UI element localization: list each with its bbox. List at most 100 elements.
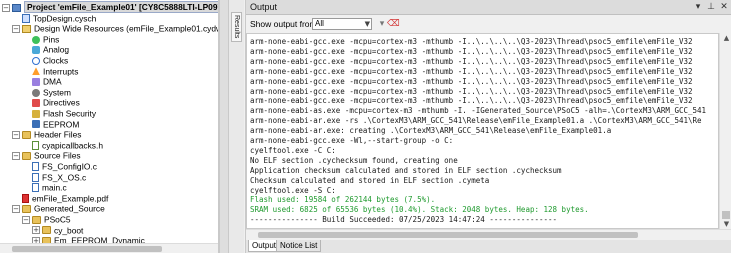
tree-item[interactable]: + cy_boot	[32, 225, 83, 236]
tree-item[interactable]: Analog	[22, 44, 69, 55]
scroll-up-icon[interactable]: ▲	[720, 33, 731, 43]
tree-item[interactable]: Flash Security	[22, 108, 96, 119]
folder-icon	[42, 226, 51, 235]
tree-scroll-thumb[interactable]	[12, 246, 162, 252]
tree-item[interactable]: emFile_Example.pdf	[12, 193, 108, 204]
tree-item[interactable]: − Generated_Source	[12, 203, 105, 214]
tree-item-label: Pins	[43, 34, 60, 45]
workspace-explorer-tree: − Project 'emFile_Example01' [CY8C5888LTI…	[0, 0, 219, 253]
tree-item[interactable]: Pins	[22, 34, 59, 45]
folder-icon	[22, 130, 31, 139]
output-line: arm-none-eabi-ar.exe -rs .\CortexM3\ARM_…	[250, 116, 702, 126]
output-text-area[interactable]: arm-none-eabi-gcc.exe -mcpu=cortex-m3 -m…	[246, 33, 719, 229]
interrupts-icon	[32, 67, 40, 76]
cysch-icon	[22, 13, 30, 23]
expand-icon[interactable]: +	[32, 226, 40, 235]
tree-item[interactable]: main.c	[22, 182, 67, 193]
window-position-icon[interactable]: ▾	[692, 1, 704, 13]
collapse-icon[interactable]: −	[12, 205, 20, 214]
tree-item[interactable]: cyapicallbacks.h	[22, 140, 103, 151]
scroll-down-icon[interactable]: ▼	[720, 219, 731, 229]
tree-item-label: Project 'emFile_Example01' [CY8C5888LTI-…	[24, 1, 218, 14]
output-source-select[interactable]: All ▼	[312, 18, 372, 30]
tree-item-label: Source Files	[34, 150, 81, 161]
file-icon	[32, 141, 39, 151]
panel-splitter[interactable]	[219, 0, 229, 253]
tree-item[interactable]: TopDesign.cysch	[12, 13, 96, 24]
output-vertical-scrollbar[interactable]: ▲ ▼	[719, 33, 731, 229]
tree-horizontal-scrollbar[interactable]	[0, 243, 218, 253]
output-line: Flash used: 19584 of 262144 bytes (7.5%)…	[250, 195, 436, 205]
output-vscroll-thumb[interactable]	[722, 211, 730, 219]
tree-item[interactable]: − PSoC5	[22, 214, 71, 225]
chevron-down-icon: ▼	[364, 20, 370, 28]
file-icon	[32, 162, 39, 172]
pins-icon	[32, 35, 40, 44]
clear-all-icon[interactable]: ⌫	[387, 18, 400, 30]
tree-item-label: Interrupts	[43, 65, 79, 76]
close-icon[interactable]: ✕	[718, 1, 730, 13]
output-line: arm-none-eabi-gcc.exe -Wl,--start-group …	[250, 136, 454, 145]
output-line: SRAM used: 6825 of 65536 bytes (10.4%). …	[250, 205, 589, 215]
directives-icon	[32, 99, 40, 108]
tree-item[interactable]: Directives	[22, 97, 80, 108]
tree-item[interactable]: DMA	[22, 76, 62, 87]
tree-item[interactable]: FS_X_OS.c	[22, 172, 86, 183]
tree-item[interactable]: System	[22, 87, 71, 98]
collapse-icon[interactable]: −	[12, 152, 20, 161]
tree-item[interactable]: Clocks	[22, 55, 68, 66]
tree-item-label: System	[43, 87, 71, 98]
file-icon	[32, 183, 39, 193]
file-icon	[32, 172, 39, 182]
tree-item-label: cyapicallbacks.h	[42, 140, 103, 151]
side-tab-results[interactable]: Results	[231, 12, 242, 42]
collapse-icon[interactable]: −	[12, 130, 20, 139]
dma-icon	[32, 77, 40, 86]
output-title: Output	[250, 2, 278, 12]
collapse-icon[interactable]: −	[12, 24, 20, 33]
output-titlebar: Output ▾ ⊥ ✕	[246, 0, 731, 15]
tree-item-label: TopDesign.cysch	[33, 12, 97, 23]
output-line: cyelftool.exe -S C:	[250, 185, 336, 195]
collapse-icon[interactable]: −	[22, 215, 30, 224]
res-icon	[22, 24, 31, 33]
tree-item-label: Directives	[43, 97, 80, 108]
tree-item[interactable]: Interrupts	[22, 66, 78, 77]
folder-icon	[22, 152, 31, 161]
folder-icon	[32, 215, 41, 224]
tree-item[interactable]: − Source Files	[12, 150, 81, 161]
output-toolbar: Show output from: All ▼ ▾ ⌫	[246, 16, 731, 32]
tree-item-label: main.c	[42, 182, 67, 193]
tree-item-label: Design Wide Resources (emFile_Example01.…	[34, 23, 219, 34]
clocks-icon	[32, 56, 40, 65]
output-line: arm-none-eabi-gcc.exe -mcpu=cortex-m3 -m…	[250, 46, 693, 56]
output-line: arm-none-eabi-gcc.exe -mcpu=cortex-m3 -m…	[250, 86, 693, 96]
output-line: arm-none-eabi-gcc.exe -mcpu=cortex-m3 -m…	[250, 56, 693, 66]
flash-icon	[32, 109, 40, 118]
system-icon	[32, 88, 40, 97]
analog-icon	[32, 46, 40, 55]
tree-item[interactable]: FS_ConfigIO.c	[22, 161, 97, 172]
tree-item-label: EEPROM	[43, 118, 80, 129]
show-output-from-label: Show output from:	[250, 19, 319, 29]
output-horizontal-scrollbar[interactable]	[246, 229, 731, 239]
output-line: arm-none-eabi-ar.exe: creating .\CortexM…	[250, 126, 612, 136]
output-line: Application checksum calculated and stor…	[250, 165, 562, 175]
tree-item[interactable]: − Header Files	[12, 129, 81, 140]
tree-item-label: Header Files	[34, 129, 82, 140]
tree-item[interactable]: EEPROM	[22, 119, 79, 130]
output-line: Checksum calculated and stored in ELF se…	[250, 175, 490, 185]
proj-icon	[12, 3, 21, 12]
output-panel: Output ▾ ⊥ ✕ Show output from: All ▼ ▾ ⌫…	[245, 0, 731, 253]
tree-item[interactable]: − Project 'emFile_Example01' [CY8C5888LTI…	[2, 1, 218, 14]
pin-icon[interactable]: ⊥	[705, 1, 717, 13]
tree-item-label: cy_boot	[54, 224, 84, 235]
tab-notice-list[interactable]: Notice List	[276, 240, 322, 252]
tree-item-label: FS_ConfigIO.c	[42, 161, 97, 172]
tree-item-label: Clocks	[43, 55, 69, 66]
collapse-icon[interactable]: −	[2, 3, 10, 12]
output-line: cyelftool.exe -C C:	[250, 145, 336, 155]
tree-item-label: PSoC5	[44, 214, 71, 225]
tree-item[interactable]: − Design Wide Resources (emFile_Example01…	[12, 23, 219, 34]
output-hscroll-thumb[interactable]	[258, 232, 638, 238]
